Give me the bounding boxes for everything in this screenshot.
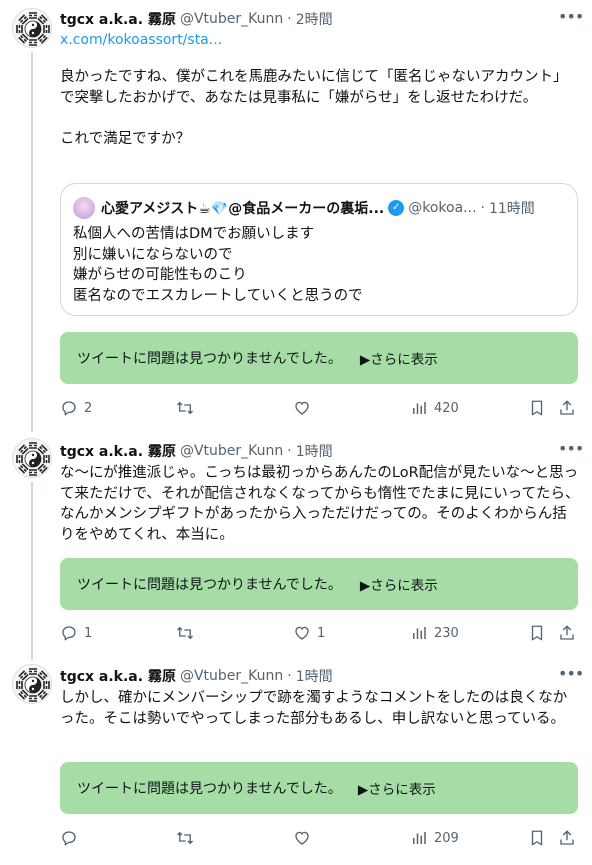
reply-count: 1	[84, 625, 93, 641]
notice-text: ツイートに問題は見つかりませんでした。	[77, 781, 342, 797]
heart-icon	[293, 399, 311, 417]
reply-button[interactable]	[60, 827, 84, 849]
community-notice: ツイートに問題は見つかりませんでした。 ▶さらに表示	[60, 332, 578, 384]
views-count: 209	[434, 830, 459, 846]
yin-yang-bagua-icon	[13, 9, 52, 48]
heart-icon	[293, 829, 311, 847]
views-bar-icon	[410, 399, 428, 417]
reply-icon	[60, 399, 78, 417]
share-button[interactable]	[558, 622, 576, 644]
reply-count: 2	[84, 400, 93, 416]
reply-button[interactable]: 1	[60, 622, 92, 644]
show-more-link[interactable]: ▶さらに表示	[358, 778, 436, 798]
share-button[interactable]	[558, 827, 576, 849]
views-bar-icon	[410, 624, 428, 642]
tweet-header: tgcx a.k.a. 霧原 @Vtuber_Kunn · 1時間 •••	[60, 440, 584, 462]
quote-text: 私個人への苦情はDMでお願いします 別に嫌いにならないので 嫌がらせの可能性もの…	[73, 226, 363, 304]
like-button[interactable]: 1	[293, 622, 325, 644]
avatar[interactable]	[12, 664, 52, 704]
verified-icon: ✓	[388, 200, 405, 216]
timestamp[interactable]: 1時間	[296, 666, 333, 686]
display-name[interactable]: tgcx a.k.a. 霧原	[60, 666, 176, 686]
yin-yang-bagua-icon	[13, 439, 52, 478]
tweet-1[interactable]: tgcx a.k.a. 霧原 @Vtuber_Kunn · 2時間 ••• x.…	[0, 0, 592, 432]
thread-line	[31, 52, 33, 432]
share-icon	[558, 829, 576, 847]
community-notice: ツイートに問題は見つかりませんでした。 ▶さらに表示	[60, 558, 578, 610]
more-icon[interactable]: •••	[558, 665, 584, 687]
heart-icon	[293, 624, 311, 642]
quote-tweet[interactable]: 心愛アメジスト☕💎@食品メーカーの裏垢... ✓ @kokoa... · 11時…	[60, 183, 578, 316]
tweet-header: tgcx a.k.a. 霧原 @Vtuber_Kunn · 1時間 •••	[60, 665, 584, 687]
thread-line	[31, 482, 33, 660]
tweet-text: 良かったですね、僕がこれを馬鹿みたいに信じて「匿名じゃないアカウント」で突撃した…	[60, 69, 568, 147]
bookmark-icon	[528, 829, 546, 847]
separator-dot: ·	[480, 200, 485, 216]
display-name[interactable]: tgcx a.k.a. 霧原	[60, 9, 176, 29]
timestamp[interactable]: 2時間	[296, 9, 333, 29]
handle[interactable]: @Vtuber_Kunn	[180, 443, 283, 459]
display-name[interactable]: tgcx a.k.a. 霧原	[60, 441, 176, 461]
bookmark-button[interactable]	[528, 622, 546, 644]
show-more-link[interactable]: ▶さらに表示	[360, 574, 438, 594]
more-icon[interactable]: •••	[558, 440, 584, 462]
retweet-icon	[176, 624, 194, 642]
reply-icon	[60, 624, 78, 642]
tweet-header: tgcx a.k.a. 霧原 @Vtuber_Kunn · 2時間 •••	[60, 8, 584, 30]
reply-icon	[60, 829, 78, 847]
like-button[interactable]	[293, 827, 317, 849]
separator-dot: ·	[287, 11, 292, 27]
quote-header: 心愛アメジスト☕💎@食品メーカーの裏垢... ✓ @kokoa... · 11時…	[73, 196, 565, 220]
notice-text: ツイートに問題は見つかりませんでした。	[77, 577, 342, 593]
separator-dot: ·	[287, 668, 292, 684]
reply-button[interactable]: 2	[60, 397, 92, 419]
bookmark-button[interactable]	[528, 397, 546, 419]
bookmark-icon	[528, 399, 546, 417]
views-bar-icon	[410, 829, 428, 847]
quote-handle: @kokoa...	[408, 200, 477, 216]
separator-dot: ·	[287, 443, 292, 459]
tweet-3[interactable]: tgcx a.k.a. 霧原 @Vtuber_Kunn · 1時間 ••• しか…	[0, 660, 592, 865]
like-button[interactable]	[293, 397, 317, 419]
action-bar: 2 420	[60, 397, 580, 419]
quote-timestamp: 11時間	[488, 201, 535, 217]
share-icon	[558, 624, 576, 642]
views-count: 230	[434, 625, 459, 641]
handle[interactable]: @Vtuber_Kunn	[180, 11, 283, 27]
action-bar: 1 1 230	[60, 622, 580, 644]
community-notice: ツイートに問題は見つかりませんでした。 ▶さらに表示	[60, 762, 578, 814]
retweet-button[interactable]	[176, 827, 194, 849]
show-more-link[interactable]: ▶さらに表示	[360, 348, 438, 368]
notice-text: ツイートに問題は見つかりませんでした。	[77, 351, 342, 367]
retweet-icon	[176, 399, 194, 417]
retweet-icon	[176, 829, 194, 847]
views-button[interactable]: 420	[410, 397, 459, 419]
action-bar: 209	[60, 827, 580, 849]
avatar[interactable]	[12, 8, 52, 48]
handle[interactable]: @Vtuber_Kunn	[180, 668, 283, 684]
quote-avatar	[73, 197, 95, 219]
views-count: 420	[434, 400, 459, 416]
bookmark-icon	[528, 624, 546, 642]
timestamp[interactable]: 1時間	[296, 441, 333, 461]
retweet-button[interactable]	[176, 622, 194, 644]
quote-display-name: 心愛アメジスト☕💎@食品メーカーの裏垢...	[101, 201, 385, 217]
views-button[interactable]: 209	[410, 827, 459, 849]
more-icon[interactable]: •••	[558, 8, 584, 30]
retweet-button[interactable]	[176, 397, 194, 419]
tweet-text: な～にが推進派じゃ。こっちは最初っからあんたのLoR配信が見たいな～と思って来た…	[60, 465, 580, 543]
tweet-2[interactable]: tgcx a.k.a. 霧原 @Vtuber_Kunn · 1時間 ••• な～…	[0, 432, 592, 660]
share-button[interactable]	[558, 397, 576, 419]
tweet-text: しかし、確かにメンバーシップで跡を濁すようなコメントをしたのは良くなかった。そこ…	[60, 690, 568, 727]
views-button[interactable]: 230	[410, 622, 459, 644]
avatar[interactable]	[12, 438, 52, 478]
bookmark-button[interactable]	[528, 827, 546, 849]
like-count: 1	[317, 625, 326, 641]
tweet-link[interactable]: x.com/kokoassort/sta...	[60, 32, 222, 48]
share-icon	[558, 399, 576, 417]
yin-yang-bagua-icon	[13, 665, 52, 704]
